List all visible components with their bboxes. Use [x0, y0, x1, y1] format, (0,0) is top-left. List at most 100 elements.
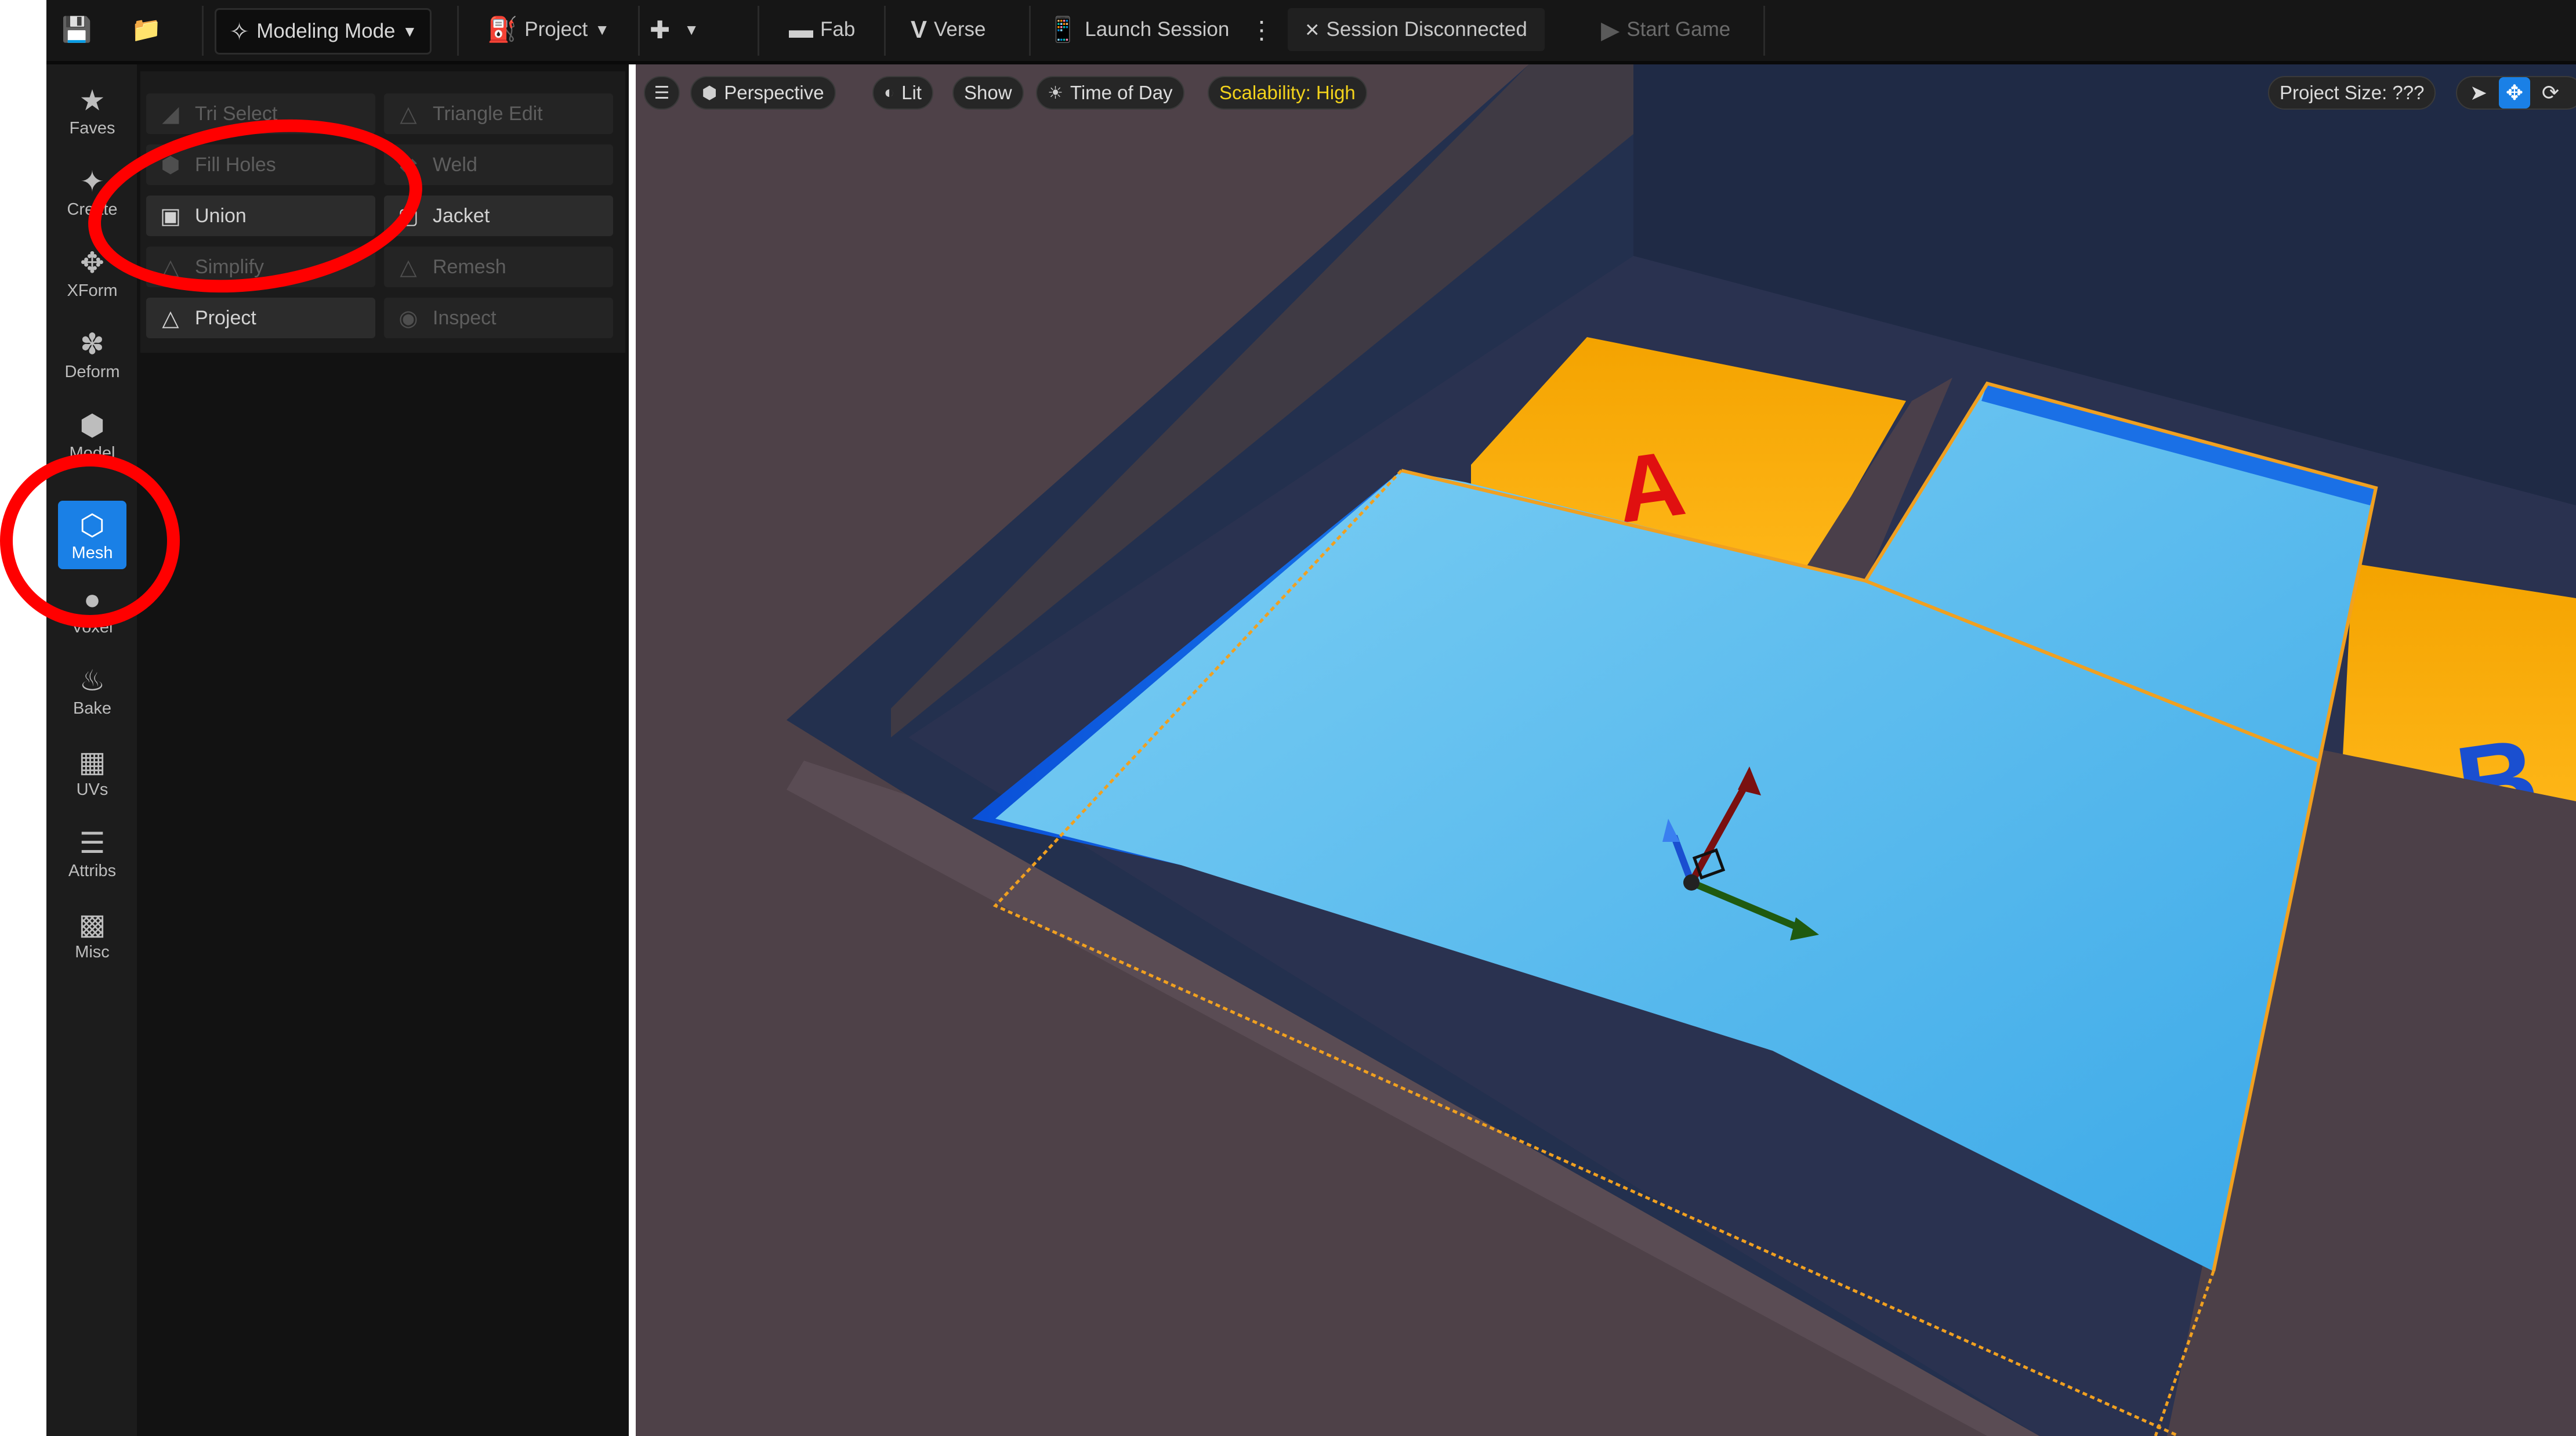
- start-game-label: Start Game: [1626, 18, 1731, 41]
- level-viewport[interactable]: A B ☰ ⬢ Perspective ◐ Lit Show ☀ Time of…: [636, 64, 2576, 1436]
- triangle-edit-button[interactable]: △ Triangle Edit: [384, 93, 613, 134]
- move-icon: ✥: [2505, 81, 2524, 104]
- project-size-button[interactable]: Project Size: ???: [2268, 76, 2436, 110]
- tool-label: Jacket: [433, 204, 490, 227]
- verse-label: Verse: [934, 18, 986, 41]
- tool-label: Weld: [433, 153, 477, 176]
- lit-button[interactable]: ◐ Lit: [872, 76, 933, 110]
- rail-item-label: UVs: [76, 780, 108, 799]
- toolbar-divider: [884, 6, 886, 56]
- gizmo-center[interactable]: [1683, 874, 1700, 891]
- cursor-icon: ➤: [2469, 81, 2488, 104]
- mode-selector[interactable]: ✧ Modeling Mode ▼: [215, 8, 432, 55]
- verse-icon: V: [911, 16, 927, 43]
- add-actor-icon: ✚: [650, 16, 671, 44]
- translate-tool-button[interactable]: ✥: [2499, 77, 2530, 108]
- chevron-down-icon: ▼: [684, 20, 699, 38]
- lit-label: Lit: [901, 82, 922, 103]
- save-button[interactable]: 💾: [61, 8, 99, 51]
- rail-item-label: Deform: [64, 363, 120, 381]
- session-status-icon: ×: [1305, 16, 1320, 43]
- time-of-day-button[interactable]: ☀ Time of Day: [1036, 76, 1184, 110]
- perspective-button[interactable]: ⬢ Perspective: [690, 76, 836, 110]
- rail-item-deform[interactable]: ✽ Deform: [58, 320, 126, 388]
- show-button[interactable]: Show: [952, 76, 1024, 110]
- model-icon: ⬢: [79, 409, 105, 442]
- rail-item-label: XForm: [67, 281, 118, 300]
- tool-label: Inspect: [433, 306, 497, 329]
- toolbar-divider: [638, 6, 640, 56]
- inspect-icon: ◉: [398, 306, 418, 331]
- rotate-icon: ⟳: [2541, 81, 2560, 104]
- show-label: Show: [964, 82, 1012, 103]
- attribs-icon: ☰: [79, 827, 106, 859]
- save-icon: 💾: [61, 15, 92, 43]
- toolbar-divider: [1029, 6, 1031, 56]
- annotation-circle-mesh: [0, 454, 180, 628]
- rail-item-label: Bake: [73, 699, 112, 718]
- remesh-button[interactable]: △ Remesh: [384, 247, 613, 287]
- chevron-down-icon: ▼: [595, 20, 610, 38]
- tool-label: Project: [195, 306, 256, 329]
- verse-button[interactable]: V Verse: [911, 8, 986, 51]
- session-status[interactable]: × Session Disconnected: [1288, 8, 1545, 51]
- lit-sphere-icon: ◐: [884, 83, 895, 102]
- rail-item-label: Attribs: [68, 862, 117, 880]
- viewport-toolbar: ☰ ⬢ Perspective ◐ Lit Show ☀ Time of Day…: [636, 71, 2576, 112]
- mode-label: Modeling Mode: [256, 20, 396, 42]
- project-size-label: Project Size: ???: [2280, 82, 2425, 103]
- project-icon: ⛽: [487, 15, 518, 43]
- session-status-label: Session Disconnected: [1326, 18, 1527, 41]
- toolbar-divider: [202, 6, 204, 56]
- hamburger-icon: ☰: [654, 83, 670, 103]
- more-options-icon: ⋮: [1249, 16, 1274, 44]
- launch-session-icon: 📱: [1048, 15, 1078, 43]
- rail-item-bake[interactable]: ♨ Bake: [58, 656, 126, 725]
- project-button[interactable]: ⛽ Project ▼: [487, 8, 610, 51]
- launch-session-label: Launch Session: [1085, 18, 1230, 41]
- misc-icon: ▩: [78, 908, 106, 941]
- left-margin: [0, 0, 46, 1436]
- deform-icon: ✽: [80, 328, 104, 360]
- content-browser-icon: 📁: [131, 15, 162, 43]
- remesh-icon: △: [400, 255, 417, 280]
- rail-item-label: Faves: [69, 119, 115, 138]
- scalability-button[interactable]: Scalability: High: [1208, 76, 1367, 110]
- rail-item-misc[interactable]: ▩ Misc: [58, 900, 126, 968]
- rail-item-uvs[interactable]: ▦ UVs: [58, 737, 126, 806]
- fab-icon: ▬: [789, 16, 813, 43]
- bake-icon: ♨: [79, 664, 106, 697]
- main-toolbar: 💾 📁 ✧ Modeling Mode ▼ ⛽ Project ▼ ✚ ▼ ▬ …: [46, 0, 2576, 64]
- inspect-button[interactable]: ◉ Inspect: [384, 298, 613, 338]
- content-browser-button[interactable]: 📁: [131, 8, 168, 51]
- uvs-icon: ▦: [78, 746, 106, 778]
- rail-item-label: Misc: [75, 943, 110, 961]
- play-icon: ▶: [1601, 16, 1620, 44]
- rotate-tool-button[interactable]: ⟳: [2535, 77, 2566, 108]
- modeling-mode-icon: ✧: [229, 17, 250, 45]
- scalability-label: Scalability: High: [1219, 82, 1356, 103]
- viewport-scene[interactable]: A B: [636, 64, 2576, 1436]
- rail-item-faves[interactable]: ★ Faves: [58, 76, 126, 144]
- launch-session-button[interactable]: 📱 Launch Session: [1048, 8, 1229, 51]
- project-tool-button[interactable]: △ Project: [146, 298, 375, 338]
- time-of-day-label: Time of Day: [1070, 82, 1173, 103]
- more-options-button[interactable]: ⋮: [1249, 8, 1281, 51]
- perspective-cube-icon: ⬢: [702, 83, 718, 103]
- select-tool-button[interactable]: ➤: [2463, 77, 2494, 108]
- star-icon: ★: [79, 84, 106, 117]
- time-of-day-icon: ☀: [1048, 83, 1063, 103]
- fab-label: Fab: [820, 18, 856, 41]
- perspective-label: Perspective: [724, 82, 824, 103]
- start-game-button[interactable]: ▶ Start Game: [1601, 8, 1730, 51]
- project-tool-icon: △: [162, 306, 179, 331]
- tri-select-icon: ◢: [162, 102, 179, 126]
- toolbar-divider: [1763, 6, 1765, 56]
- rail-item-attribs[interactable]: ☰ Attribs: [58, 819, 126, 887]
- tool-label: Triangle Edit: [433, 102, 543, 125]
- fab-button[interactable]: ▬ Fab: [789, 8, 855, 51]
- chevron-down-icon: ▼: [402, 22, 418, 40]
- triangle-edit-icon: △: [400, 102, 417, 126]
- viewport-menu-button[interactable]: ☰: [644, 76, 680, 110]
- add-actor-button[interactable]: ✚ ▼: [650, 8, 699, 51]
